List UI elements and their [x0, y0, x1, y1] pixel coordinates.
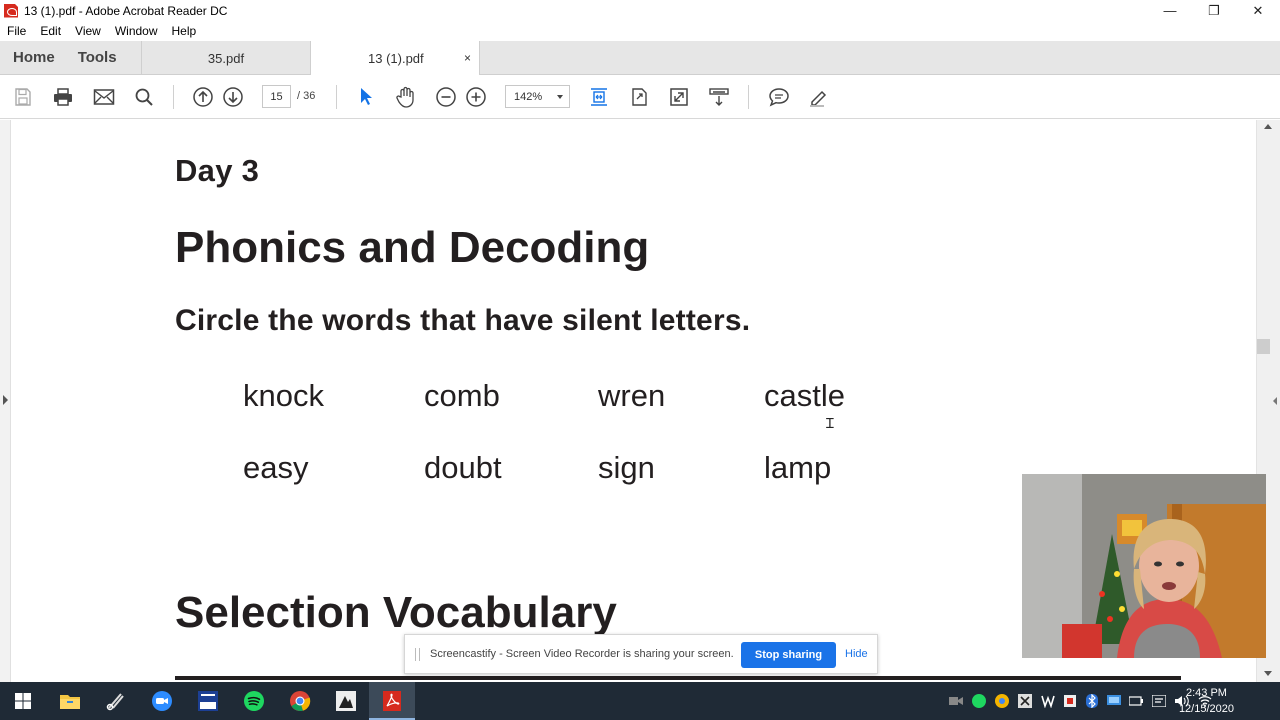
select-cursor-icon[interactable]: [355, 86, 377, 108]
section-heading: Selection Vocabulary: [175, 588, 617, 637]
display-tray-icon[interactable]: [1106, 693, 1122, 709]
tab-home[interactable]: Home: [0, 49, 65, 66]
tab-label: 35.pdf: [207, 50, 245, 66]
clock-date: 12/15/2020: [1178, 703, 1234, 715]
search-icon[interactable]: [133, 86, 155, 108]
camera-tray-icon[interactable]: [948, 693, 964, 709]
menu-edit[interactable]: Edit: [33, 24, 68, 38]
right-panel-toggle-icon[interactable]: [1273, 397, 1277, 405]
word-item: easy: [243, 450, 309, 485]
tab-tools[interactable]: Tools: [65, 49, 127, 66]
acrobat-icon[interactable]: [369, 682, 415, 720]
close-tab-icon[interactable]: ×: [464, 51, 471, 65]
highlight-pen-icon[interactable]: [808, 86, 830, 108]
network-share-tray-icon[interactable]: [1062, 693, 1078, 709]
window-controls: — ❐ ✕: [1148, 0, 1280, 21]
day-label: Day 3: [175, 153, 260, 188]
file-explorer-icon[interactable]: [47, 682, 93, 720]
close-window-button[interactable]: ✕: [1236, 0, 1280, 21]
toolbar: 15 / 36 142%: [0, 75, 1280, 119]
webcam-video: [1022, 474, 1266, 658]
page-number-input[interactable]: 15: [262, 85, 291, 108]
text-cursor-icon: Ɪ: [826, 415, 834, 431]
previous-page-icon[interactable]: [192, 86, 214, 108]
chevron-right-icon: [3, 395, 8, 405]
share-message: Screencastify - Screen Video Recorder is…: [430, 648, 734, 660]
music-app-icon[interactable]: [323, 682, 369, 720]
scroll-thumb[interactable]: [1257, 339, 1270, 354]
acrobat-logo-icon: [4, 3, 18, 18]
home-tools-nav: Home Tools: [0, 41, 142, 74]
fullscreen-icon[interactable]: [668, 86, 690, 108]
start-icon[interactable]: [0, 682, 46, 720]
zoom-value: 142%: [514, 90, 543, 103]
menu-view[interactable]: View: [68, 24, 108, 38]
spotify-tray-icon[interactable]: [971, 693, 987, 709]
print-icon[interactable]: [52, 86, 74, 108]
table-top-border: [175, 676, 1181, 680]
page-total: / 36: [297, 90, 316, 102]
restore-button[interactable]: ❐: [1192, 0, 1236, 21]
hand-tool-icon[interactable]: [395, 86, 417, 108]
screen-share-bar: Screencastify - Screen Video Recorder is…: [404, 634, 878, 674]
scroll-down-icon[interactable]: [1264, 671, 1272, 676]
snipping-tool-icon[interactable]: [93, 682, 139, 720]
toolbar-divider: [748, 85, 749, 109]
app-tray-icon[interactable]: [1040, 693, 1056, 709]
zoom-out-icon[interactable]: [435, 86, 457, 108]
chrome-tray-icon[interactable]: [994, 693, 1010, 709]
clock-time: 2:43 PM: [1185, 687, 1227, 699]
word-item: doubt: [424, 450, 502, 485]
word-item: castle: [764, 378, 845, 413]
menu-help[interactable]: Help: [165, 24, 204, 38]
instruction-text: Circle the words that have silent letter…: [175, 304, 751, 337]
stop-sharing-button[interactable]: Stop sharing: [741, 642, 836, 668]
teacher-app-icon[interactable]: [185, 682, 231, 720]
left-panel-toggle[interactable]: [0, 120, 11, 682]
tab-document-13[interactable]: 13 (1).pdf ×: [311, 41, 480, 76]
menu-bar: File Edit View Window Help: [0, 21, 1280, 41]
save-icon[interactable]: [12, 86, 34, 108]
windows-taskbar: 2:43 PM 12/15/2020: [0, 682, 1280, 720]
email-icon[interactable]: [93, 86, 115, 108]
zoom-icon[interactable]: [139, 682, 185, 720]
title-bar: 13 (1).pdf - Adobe Acrobat Reader DC — ❐…: [0, 0, 1280, 21]
chrome-icon[interactable]: [277, 682, 323, 720]
tab-document-35[interactable]: 35.pdf: [142, 41, 311, 75]
toolbar-divider: [173, 85, 174, 109]
close-tray-icon[interactable]: [1017, 693, 1033, 709]
action-center-icon[interactable]: [1151, 693, 1167, 709]
word-item: knock: [243, 378, 324, 413]
scroll-up-icon[interactable]: [1264, 124, 1272, 129]
word-item: sign: [598, 450, 655, 485]
chevron-down-icon: [557, 95, 563, 99]
minimize-button[interactable]: —: [1148, 0, 1192, 21]
word-item: lamp: [764, 450, 832, 485]
tab-bar: Home Tools 35.pdf 13 (1).pdf ×: [0, 41, 1280, 76]
tab-label: 13 (1).pdf: [368, 51, 424, 66]
taskbar-clock[interactable]: 2:43 PM 12/15/2020: [1179, 685, 1234, 717]
window-title: 13 (1).pdf - Adobe Acrobat Reader DC: [24, 3, 228, 18]
webcam-person-image: [1022, 474, 1266, 658]
comment-icon[interactable]: [768, 86, 790, 108]
drag-handle-icon[interactable]: [415, 648, 420, 661]
zoom-in-icon[interactable]: [465, 86, 487, 108]
toolbar-divider: [336, 85, 337, 109]
next-page-icon[interactable]: [222, 86, 244, 108]
spotify-icon[interactable]: [231, 682, 277, 720]
zoom-select[interactable]: 142%: [505, 85, 570, 108]
rotate-view-icon[interactable]: [628, 86, 650, 108]
bluetooth-icon[interactable]: [1084, 693, 1100, 709]
scroll-mode-icon[interactable]: [708, 86, 730, 108]
menu-file[interactable]: File: [0, 24, 33, 38]
menu-window[interactable]: Window: [108, 24, 165, 38]
page-heading: Phonics and Decoding: [175, 223, 650, 272]
word-item: comb: [424, 378, 500, 413]
power-tray-icon[interactable]: [1128, 693, 1144, 709]
hide-link[interactable]: Hide: [845, 648, 868, 660]
word-item: wren: [598, 378, 666, 413]
fit-page-icon[interactable]: [588, 86, 610, 108]
